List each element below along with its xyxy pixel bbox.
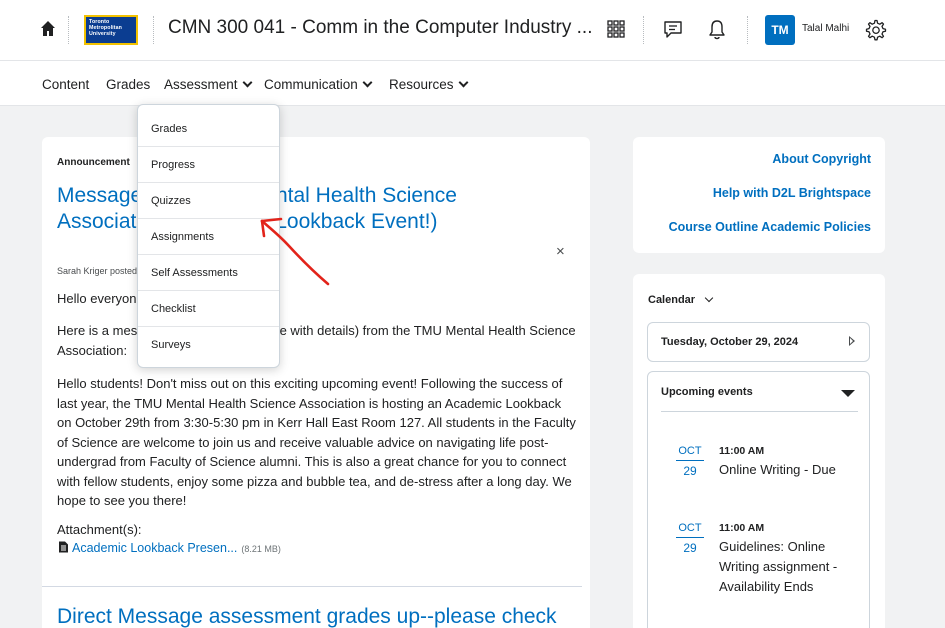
- divider: [661, 411, 858, 412]
- logo-text: Toronto Metropolitan University: [89, 19, 122, 37]
- attachment-link[interactable]: Academic Lookback Presen... (8.21 MB): [58, 541, 281, 555]
- top-bar: Toronto Metropolitan University CMN 300 …: [0, 0, 945, 60]
- separator: [747, 16, 748, 44]
- waffle-grid-icon[interactable]: [607, 20, 625, 38]
- calendar-label: Calendar: [648, 294, 696, 306]
- date-underline: [676, 460, 704, 461]
- file-icon: [59, 541, 68, 553]
- next-arrow-icon[interactable]: [849, 336, 855, 346]
- chevron-down-icon: [362, 77, 373, 88]
- upcoming-events-panel: Upcoming events OCT 29 11:00 AM Online W…: [647, 371, 870, 628]
- menu-item-quizzes[interactable]: Quizzes: [138, 183, 279, 219]
- date-underline: [676, 537, 704, 538]
- university-logo[interactable]: Toronto Metropolitan University: [84, 15, 138, 45]
- separator: [153, 16, 154, 44]
- announcement-title-link[interactable]: Message from TMU Mental Health Science A…: [57, 183, 537, 235]
- chat-icon[interactable]: [662, 19, 684, 41]
- separator: [643, 16, 644, 44]
- event-time: 11:00 AM: [719, 522, 765, 534]
- event-day: 29: [683, 541, 697, 555]
- event-month: OCT: [678, 445, 702, 457]
- course-title[interactable]: CMN 300 041 - Comm in the Computer Indus…: [168, 17, 593, 39]
- user-name[interactable]: Talal Malhi: [802, 23, 849, 34]
- nav-resources-label: Resources: [389, 77, 454, 92]
- nav-communication-label: Communication: [264, 77, 358, 92]
- help-d2l-link[interactable]: Help with D2L Brightspace: [713, 186, 871, 200]
- home-icon[interactable]: [40, 20, 56, 38]
- caret-down-icon[interactable]: [841, 390, 855, 397]
- gear-icon[interactable]: [863, 18, 887, 42]
- assessment-dropdown-menu: Grades Progress Quizzes Assignments Self…: [137, 104, 280, 368]
- links-widget: About Copyright Help with D2L Brightspac…: [633, 137, 885, 253]
- attachment-name: Academic Lookback Presen...: [72, 541, 238, 555]
- nav-grades[interactable]: Grades: [106, 77, 150, 92]
- event-title: Guidelines: Online Writing assignment - …: [719, 539, 838, 594]
- announcements-heading: Announcement: [57, 157, 130, 168]
- nav-assessment[interactable]: Assessment: [164, 77, 252, 92]
- chevron-down-icon: [704, 293, 714, 303]
- nav-assessment-label: Assessment: [164, 77, 238, 92]
- event-title: Online Writing - Due: [719, 462, 836, 477]
- upcoming-events-heading[interactable]: Upcoming events: [661, 386, 753, 398]
- event-day: 29: [683, 464, 697, 478]
- about-copyright-link[interactable]: About Copyright: [772, 152, 871, 166]
- chevron-down-icon: [458, 77, 468, 88]
- menu-item-checklist[interactable]: Checklist: [138, 291, 279, 327]
- attachments-label: Attachment(s):: [57, 522, 142, 537]
- nav-resources[interactable]: Resources: [389, 77, 468, 92]
- nav-content[interactable]: Content: [42, 77, 89, 92]
- event-time: 11:00 AM: [719, 445, 765, 457]
- announcement-greeting: Hello everyone,: [57, 291, 148, 306]
- announcement-body: Hello students! Don't miss out on this e…: [57, 376, 576, 508]
- nav-communication[interactable]: Communication: [264, 77, 373, 92]
- announcement-intro: Here is a message (and an attached file …: [57, 323, 576, 358]
- separator: [68, 16, 69, 44]
- menu-item-assignments[interactable]: Assignments: [138, 219, 279, 255]
- selected-date: Tuesday, October 29, 2024: [661, 336, 799, 348]
- course-nav-bar: Content Grades Assessment Communication …: [0, 60, 945, 106]
- date-navigator[interactable]: Tuesday, October 29, 2024: [647, 322, 870, 362]
- menu-item-surveys[interactable]: Surveys: [138, 327, 279, 363]
- chevron-down-icon: [242, 77, 252, 88]
- menu-item-grades[interactable]: Grades: [138, 111, 279, 147]
- announcement-title-link[interactable]: Direct Message assessment grades up--ple…: [57, 605, 557, 628]
- close-icon[interactable]: ×: [556, 243, 565, 260]
- menu-item-self-assessments[interactable]: Self Assessments: [138, 255, 279, 291]
- divider: [42, 586, 582, 587]
- course-outline-policies-link[interactable]: Course Outline Academic Policies: [669, 220, 871, 234]
- announcements-widget: Announcement Message from TMU Mental Hea…: [42, 137, 590, 628]
- attachment-size: (8.21 MB): [241, 544, 281, 554]
- event-month: OCT: [678, 522, 702, 534]
- calendar-menu[interactable]: Calendar: [648, 293, 714, 306]
- avatar[interactable]: TM: [765, 15, 795, 45]
- calendar-widget: Calendar Tuesday, October 29, 2024 Upcom…: [633, 274, 885, 628]
- bell-icon[interactable]: [707, 19, 727, 41]
- menu-item-progress[interactable]: Progress: [138, 147, 279, 183]
